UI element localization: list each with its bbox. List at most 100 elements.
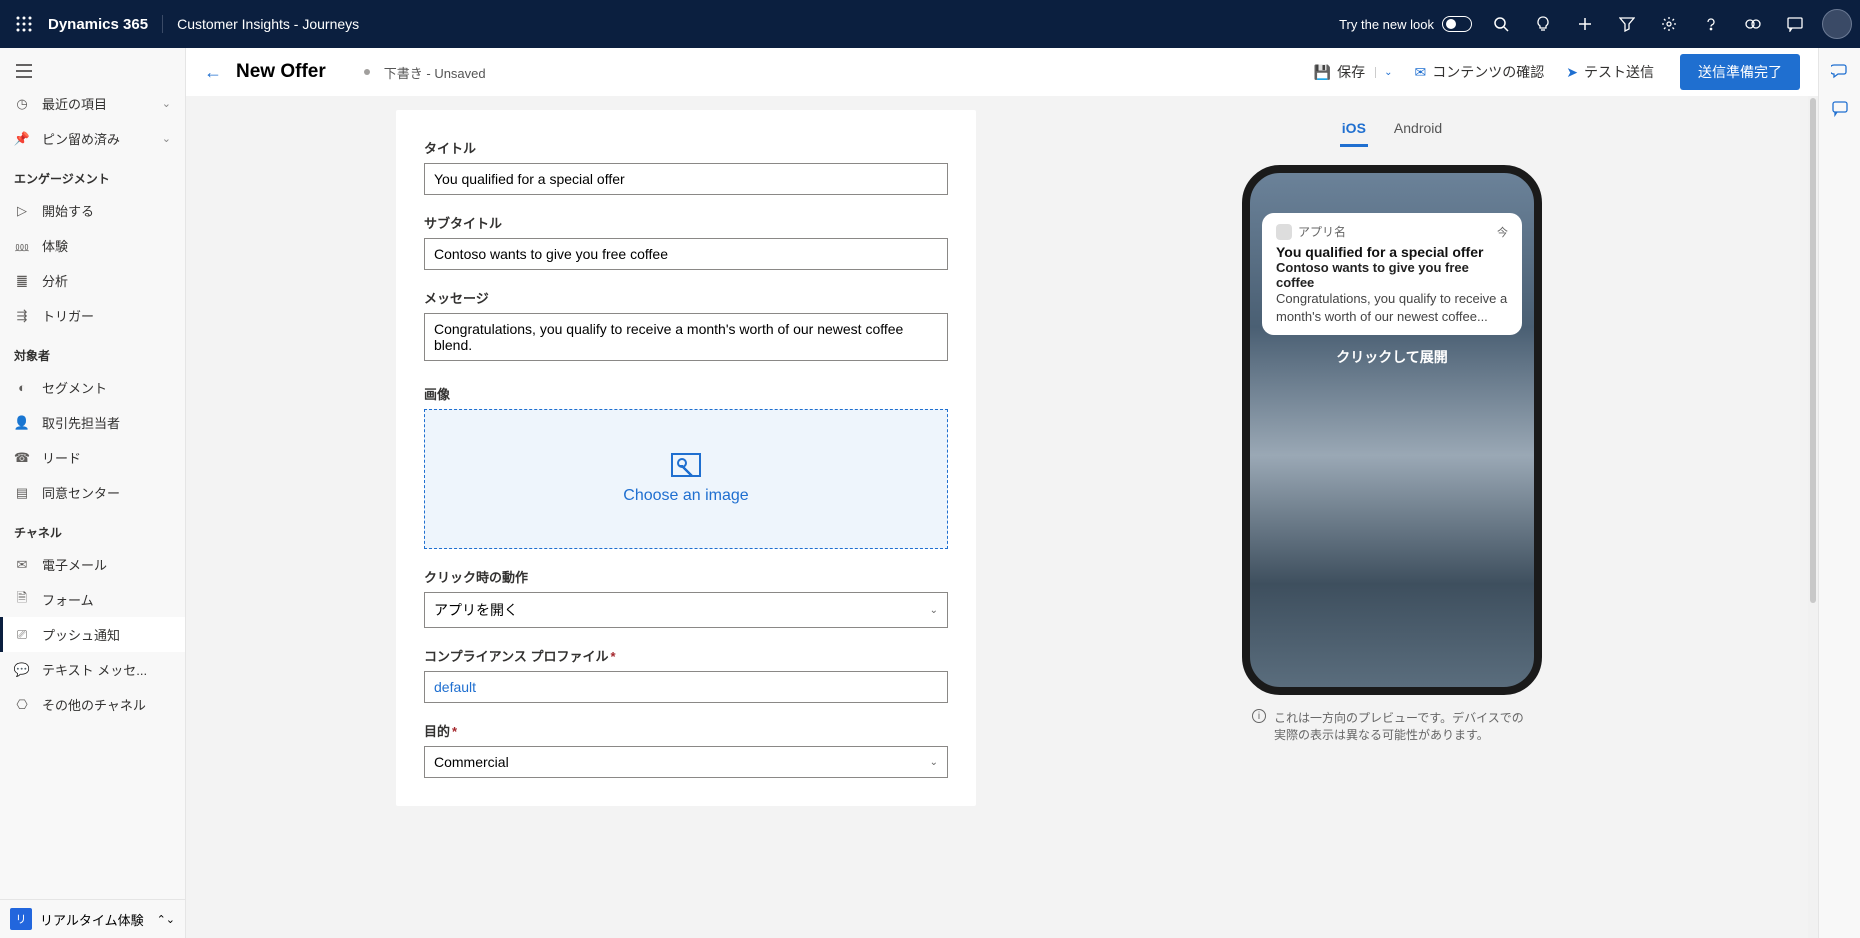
play-icon: ▷	[14, 203, 30, 219]
page-title: New Offer	[236, 61, 326, 83]
toggle-switch-icon[interactable]	[1442, 16, 1472, 32]
subtitle-input[interactable]	[424, 238, 948, 270]
help-icon[interactable]	[1690, 0, 1732, 48]
sidebar-item-label: 開始する	[42, 201, 94, 220]
title-input[interactable]	[424, 163, 948, 195]
chevron-down-icon[interactable]: ⌄	[1375, 67, 1392, 78]
new-look-toggle[interactable]: Try the new look	[1339, 16, 1472, 32]
choose-image-label: Choose an image	[623, 487, 748, 505]
field-label-onclick: クリック時の動作	[424, 567, 948, 586]
select-value: Commercial	[434, 754, 509, 770]
sidebar-item-pinned[interactable]: 📌ピン留め済み⌄	[0, 121, 185, 156]
select-value: アプリを開く	[434, 600, 518, 620]
app-launcher-icon[interactable]	[8, 8, 40, 40]
tab-ios[interactable]: iOS	[1340, 112, 1368, 147]
sidebar-toggle-icon[interactable]	[0, 56, 185, 86]
expand-label[interactable]: クリックして展開	[1250, 347, 1534, 367]
onclick-select[interactable]: アプリを開く⌄	[424, 592, 948, 628]
image-placeholder-icon	[671, 453, 701, 477]
copilot-icon[interactable]	[1828, 58, 1852, 82]
sidebar-item-label: 最近の項目	[42, 94, 107, 113]
save-icon: 💾	[1314, 64, 1331, 81]
mail-check-icon: ✉	[1415, 64, 1427, 81]
purpose-select[interactable]: Commercial ⌄	[424, 746, 948, 778]
sidebar-item-contacts[interactable]: 👤取引先担当者	[0, 405, 185, 440]
sidebar-section-audience: 対象者	[0, 333, 185, 370]
right-rail	[1818, 48, 1860, 938]
sidebar-section-engagement: エンゲージメント	[0, 156, 185, 193]
field-label-compliance: コンプライアンス プロファイル*	[424, 646, 948, 665]
phone-mockup: アプリ名 今 You qualified for a special offer…	[1242, 165, 1542, 695]
form-icon: 🗎	[14, 592, 30, 608]
user-avatar[interactable]	[1822, 9, 1852, 39]
settings-icon[interactable]	[1648, 0, 1690, 48]
push-icon: ⎚	[14, 627, 30, 643]
sidebar-area-switcher[interactable]: リ リアルタイム体験 ⌃⌄	[0, 899, 185, 938]
sidebar-section-channels: チャネル	[0, 510, 185, 547]
chat-icon[interactable]	[1774, 0, 1816, 48]
sidebar-item-leads[interactable]: ☎リード	[0, 440, 185, 475]
brand-label: Dynamics 365	[48, 16, 148, 33]
add-icon[interactable]	[1564, 0, 1606, 48]
disclaimer-text: これは一方向のプレビューです。デバイスでの実際の表示は異なる可能性があります。	[1274, 709, 1532, 743]
field-label-subtitle: サブタイトル	[424, 213, 948, 232]
top-navigation-bar: Dynamics 365 Customer Insights - Journey…	[0, 0, 1860, 48]
sidebar-item-consent[interactable]: ▤同意センター	[0, 475, 185, 510]
filter-icon[interactable]	[1606, 0, 1648, 48]
sidebar-item-label: 分析	[42, 271, 68, 290]
chevron-down-icon: ⌄	[162, 97, 171, 110]
preview-message: Congratulations, you qualify to receive …	[1276, 290, 1508, 325]
check-content-button[interactable]: ✉コンテンツの確認	[1411, 56, 1549, 88]
sidebar-item-other[interactable]: ⎔その他のチャネル	[0, 687, 185, 722]
scrollbar[interactable]	[1808, 96, 1818, 938]
sidebar-item-recent[interactable]: ◷最近の項目⌄	[0, 86, 185, 121]
page-command-bar: ← New Offer 下書き - Unsaved 💾 保存 ⌄ ✉コンテンツの確認…	[186, 48, 1818, 96]
action-label: 保存	[1337, 62, 1365, 82]
test-send-button[interactable]: ➤ テスト送信	[1562, 56, 1658, 88]
tab-android[interactable]: Android	[1392, 112, 1444, 147]
send-icon: ➤	[1566, 64, 1578, 81]
app-icon-placeholder	[1276, 224, 1292, 240]
sidebar-item-start[interactable]: ▷ 開始する	[0, 193, 185, 228]
message-input[interactable]: Congratulations, you qualify to receive …	[424, 313, 948, 361]
back-button[interactable]: ←	[204, 62, 222, 83]
sms-icon: 💬	[14, 662, 30, 678]
enhance-icon[interactable]	[1732, 0, 1774, 48]
action-label: テスト送信	[1584, 62, 1654, 82]
notification-preview[interactable]: アプリ名 今 You qualified for a special offer…	[1262, 213, 1522, 335]
area-label: リアルタイム体験	[40, 910, 144, 929]
chart-icon: ䷀	[14, 273, 30, 289]
search-icon[interactable]	[1480, 0, 1522, 48]
lightbulb-icon[interactable]	[1522, 0, 1564, 48]
field-label-message: メッセージ	[424, 288, 948, 307]
sidebar-item-analytics[interactable]: ䷀分析	[0, 263, 185, 298]
sidebar-item-segments[interactable]: ◐セグメント	[0, 370, 185, 405]
image-dropzone[interactable]: Choose an image	[424, 409, 948, 549]
field-label-purpose: 目的*	[424, 721, 948, 740]
area-glyph: リ	[10, 908, 32, 930]
preview-subtitle: Contoso wants to give you free coffee	[1276, 260, 1508, 290]
sidebar-item-experience[interactable]: ⅏体験	[0, 228, 185, 263]
chevron-down-icon: ⌄	[162, 132, 171, 145]
sidebar-item-label: 体験	[42, 236, 68, 255]
status-dot-icon	[364, 69, 370, 75]
sidebar-item-forms[interactable]: 🗎フォーム	[0, 582, 185, 617]
sidebar-item-triggers[interactable]: ⇶トリガー	[0, 298, 185, 333]
app-name-label: Customer Insights - Journeys	[177, 16, 359, 32]
teams-chat-icon[interactable]	[1828, 96, 1852, 120]
sidebar-item-label: セグメント	[42, 378, 107, 397]
trigger-icon: ⇶	[14, 308, 30, 324]
ready-to-send-button[interactable]: 送信準備完了	[1680, 54, 1800, 90]
sidebar-item-push[interactable]: ⎚プッシュ通知	[0, 617, 185, 652]
main-content: ← New Offer 下書き - Unsaved 💾 保存 ⌄ ✉コンテンツの確認…	[186, 48, 1818, 938]
sidebar-item-label: 電子メール	[42, 555, 107, 574]
save-button[interactable]: 💾 保存 ⌄	[1310, 56, 1397, 88]
status-label: 下書き - Unsaved	[384, 63, 486, 82]
left-navigation: ◷最近の項目⌄ 📌ピン留め済み⌄ エンゲージメント ▷開始する ⅏体験 ䷀分析 …	[0, 48, 186, 938]
sidebar-item-emails[interactable]: ✉電子メール	[0, 547, 185, 582]
chevron-down-icon: ⌄	[930, 757, 938, 768]
sidebar-item-text[interactable]: 💬テキスト メッセ...	[0, 652, 185, 687]
divider	[162, 15, 163, 33]
compliance-lookup[interactable]: default	[424, 671, 948, 703]
pin-icon: 📌	[14, 131, 30, 147]
